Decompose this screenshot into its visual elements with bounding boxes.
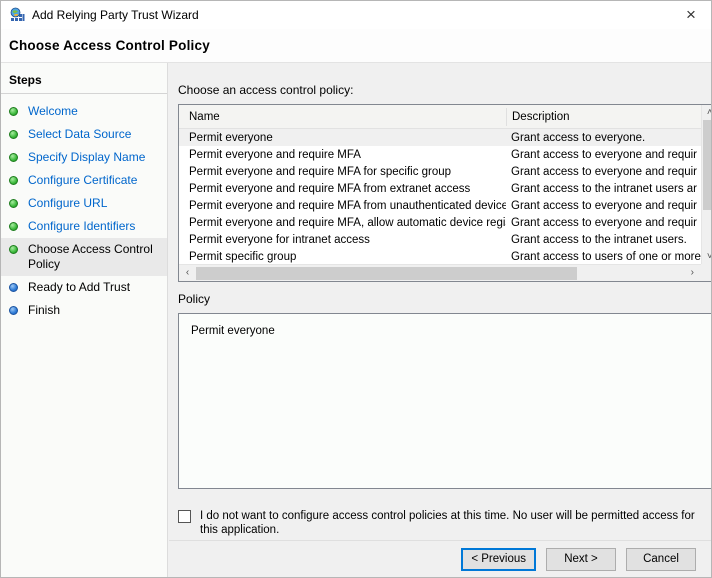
list-header: Name Description — [179, 105, 701, 129]
step-status-bullet-icon — [9, 222, 18, 231]
skip-policy-checkbox[interactable] — [178, 510, 191, 523]
sidebar-step-item[interactable]: Configure Certificate — [1, 169, 167, 192]
policy-table-row[interactable]: Permit specific group Grant access to us… — [179, 248, 701, 264]
page-title: Choose Access Control Policy — [9, 38, 210, 53]
policy-table-row[interactable]: Permit everyone and require MFA from una… — [179, 197, 701, 214]
step-status-bullet-icon — [9, 245, 18, 254]
page-header: Choose Access Control Policy — [1, 29, 711, 63]
next-button[interactable]: Next > — [546, 547, 616, 571]
policy-name-cell: Permit everyone for intranet access — [189, 233, 370, 246]
skip-policy-checkbox-row: I do not want to configure access contro… — [178, 509, 711, 537]
policy-table-row[interactable]: Permit everyone and require MFA for spec… — [179, 163, 701, 180]
steps-sidebar: Steps Welcome Select Data Source Specify… — [1, 63, 168, 577]
scroll-left-icon[interactable]: ‹ — [179, 266, 196, 281]
close-icon[interactable]: × — [671, 1, 711, 29]
step-status-bullet-icon — [9, 306, 18, 315]
steps-heading: Steps — [1, 71, 167, 94]
sidebar-step-item[interactable]: Finish — [1, 299, 167, 322]
sidebar-step-item[interactable]: Configure URL — [1, 192, 167, 215]
titlebar: Add Relying Party Trust Wizard × — [1, 1, 711, 29]
policy-description-cell: Grant access to everyone. — [511, 131, 646, 144]
button-bar: < Previous Next > Cancel — [169, 540, 711, 577]
step-status-bullet-icon — [9, 283, 18, 292]
sidebar-step-item[interactable]: Specify Display Name — [1, 146, 167, 169]
policy-name-cell: Permit specific group — [189, 250, 297, 263]
policy-box: Permit everyone — [178, 313, 711, 489]
policy-value: Permit everyone — [191, 325, 275, 337]
policy-table-row[interactable]: Permit everyone and require MFA from ext… — [179, 180, 701, 197]
vertical-scrollbar[interactable]: ˄ ˅ — [700, 105, 711, 264]
scroll-right-icon[interactable]: › — [684, 266, 701, 281]
policy-name-cell: Permit everyone and require MFA, allow a… — [189, 216, 506, 229]
list-rows: Permit everyone Grant access to everyone… — [179, 129, 701, 264]
policy-description-cell: Grant access to the intranet users. — [511, 233, 687, 246]
adfs-wizard-icon — [9, 7, 25, 23]
wizard-window: Add Relying Party Trust Wizard × Choose … — [0, 0, 712, 578]
policy-name-cell: Permit everyone and require MFA for spec… — [189, 165, 452, 178]
step-label: Configure URL — [28, 196, 108, 210]
vertical-scrollbar-thumb[interactable] — [703, 120, 711, 210]
policy-table-row[interactable]: Permit everyone for intranet access Gran… — [179, 231, 701, 248]
step-status-bullet-icon — [9, 176, 18, 185]
step-status-bullet-icon — [9, 130, 18, 139]
policy-name-cell: Permit everyone and require MFA from una… — [189, 199, 506, 212]
list-label: Choose an access control policy: — [178, 83, 354, 97]
policy-description-cell: Grant access to everyone and requir — [511, 199, 698, 212]
policy-table-row[interactable]: Permit everyone Grant access to everyone… — [179, 129, 701, 146]
step-label: Choose Access Control Policy — [28, 242, 153, 271]
policy-description-cell: Grant access to users of one or more — [511, 250, 701, 263]
step-label: Configure Certificate — [28, 173, 138, 187]
policy-table-row[interactable]: Permit everyone and require MFA, allow a… — [179, 214, 701, 231]
column-header-name[interactable]: Name — [179, 111, 506, 123]
step-label: Finish — [28, 303, 61, 317]
policy-label: Policy — [178, 292, 211, 306]
policy-name-cell: Permit everyone and require MFA — [189, 148, 361, 161]
horizontal-scrollbar[interactable]: ‹ › — [179, 264, 701, 281]
step-status-bullet-icon — [9, 107, 18, 116]
column-header-description[interactable]: Description — [506, 107, 701, 126]
policy-description-cell: Grant access to the intranet users ar — [511, 182, 698, 195]
wizard-body: Steps Welcome Select Data Source Specify… — [1, 63, 711, 577]
policy-name-cell: Permit everyone and require MFA from ext… — [189, 182, 471, 195]
step-label: Welcome — [28, 104, 78, 118]
previous-button[interactable]: < Previous — [461, 547, 536, 571]
policy-description-cell: Grant access to everyone and requir — [511, 148, 698, 161]
step-label: Configure Identifiers — [28, 219, 136, 233]
policy-description-cell: Grant access to everyone and requir — [511, 165, 698, 178]
scroll-down-icon[interactable]: ˅ — [701, 249, 711, 264]
step-label: Select Data Source — [28, 127, 132, 141]
steps-list: Welcome Select Data Source Specify Displ… — [1, 100, 167, 322]
skip-policy-checkbox-label: I do not want to configure access contro… — [200, 510, 695, 536]
content-pane: Choose an access control policy: Name De… — [168, 63, 711, 577]
window-title: Add Relying Party Trust Wizard — [32, 8, 199, 22]
sidebar-step-item[interactable]: Select Data Source — [1, 123, 167, 146]
step-label: Specify Display Name — [28, 150, 146, 164]
sidebar-step-item[interactable]: Welcome — [1, 100, 167, 123]
step-label: Ready to Add Trust — [28, 280, 131, 294]
cancel-button[interactable]: Cancel — [626, 547, 696, 571]
step-status-bullet-icon — [9, 153, 18, 162]
policy-name-cell: Permit everyone — [189, 131, 273, 144]
sidebar-step-item[interactable]: Ready to Add Trust — [1, 276, 167, 299]
policy-table-row[interactable]: Permit everyone and require MFA Grant ac… — [179, 146, 701, 163]
sidebar-step-item[interactable]: Choose Access Control Policy — [1, 238, 167, 276]
sidebar-step-item[interactable]: Configure Identifiers — [1, 215, 167, 238]
access-control-policy-list: Name Description Permit everyone Grant a… — [178, 104, 711, 282]
horizontal-scrollbar-thumb[interactable] — [196, 266, 577, 280]
policy-description-cell: Grant access to everyone and requir — [511, 216, 698, 229]
step-status-bullet-icon — [9, 199, 18, 208]
scroll-up-icon[interactable]: ˄ — [701, 105, 711, 120]
